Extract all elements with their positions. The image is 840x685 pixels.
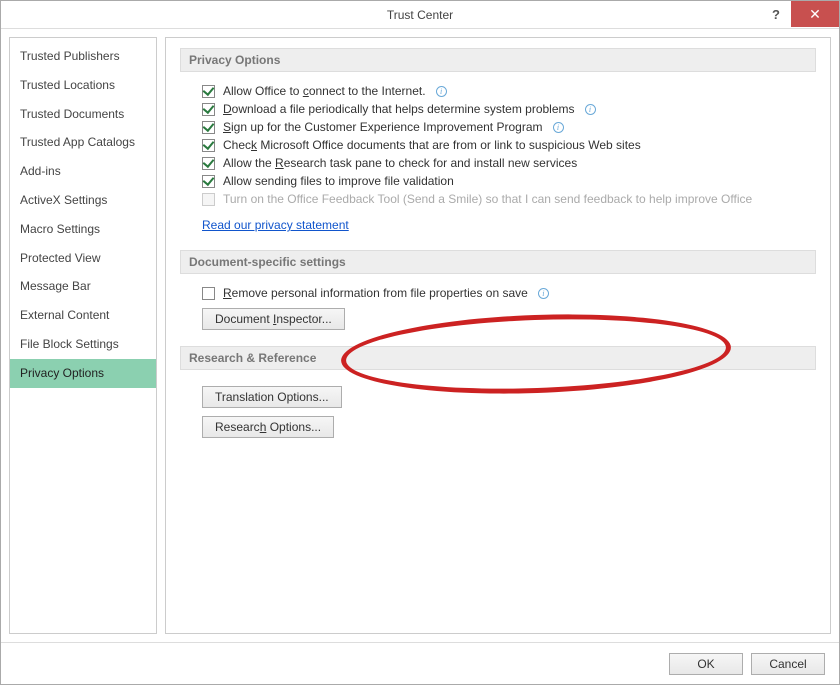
- sidebar-item-privacy-options[interactable]: Privacy Options: [10, 359, 156, 388]
- option-label: Allow Office to connect to the Internet.: [223, 84, 426, 98]
- sidebar-item-activex-settings[interactable]: ActiveX Settings: [10, 186, 156, 215]
- cancel-button[interactable]: Cancel: [751, 653, 825, 675]
- sidebar-item-protected-view[interactable]: Protected View: [10, 244, 156, 273]
- section-header-privacy: Privacy Options: [180, 48, 816, 72]
- privacy-option-3[interactable]: Check Microsoft Office documents that ar…: [180, 136, 816, 154]
- section-header-research: Research & Reference: [180, 346, 816, 370]
- sidebar-item-file-block-settings[interactable]: File Block Settings: [10, 330, 156, 359]
- option-label: Sign up for the Customer Experience Impr…: [223, 120, 543, 134]
- checkbox[interactable]: [202, 139, 215, 152]
- option-label: Allow sending files to improve file vali…: [223, 174, 454, 188]
- sidebar-item-trusted-locations[interactable]: Trusted Locations: [10, 71, 156, 100]
- option-label: Download a file periodically that helps …: [223, 102, 575, 116]
- checkbox: [202, 193, 215, 206]
- sidebar-item-trusted-app-catalogs[interactable]: Trusted App Catalogs: [10, 128, 156, 157]
- close-button[interactable]: ✕: [791, 1, 839, 27]
- privacy-option-6: Turn on the Office Feedback Tool (Send a…: [180, 190, 816, 208]
- ok-button[interactable]: OK: [669, 653, 743, 675]
- privacy-option-2[interactable]: Sign up for the Customer Experience Impr…: [180, 118, 816, 136]
- category-sidebar: Trusted Publishers Trusted Locations Tru…: [9, 37, 157, 634]
- option-label: Allow the Research task pane to check fo…: [223, 156, 577, 170]
- info-icon: i: [538, 288, 549, 299]
- window-title: Trust Center: [387, 8, 453, 22]
- checkbox-remove-personal-info[interactable]: [202, 287, 215, 300]
- checkbox[interactable]: [202, 157, 215, 170]
- option-label: Turn on the Office Feedback Tool (Send a…: [223, 192, 752, 206]
- dialog-body: Trusted Publishers Trusted Locations Tru…: [1, 29, 839, 642]
- checkbox[interactable]: [202, 121, 215, 134]
- research-options-button[interactable]: Research Options...: [202, 416, 334, 438]
- section-header-doc-specific: Document-specific settings: [180, 250, 816, 274]
- titlebar: Trust Center ? ✕: [1, 1, 839, 29]
- sidebar-item-trusted-publishers[interactable]: Trusted Publishers: [10, 42, 156, 71]
- document-inspector-button[interactable]: Document Inspector...: [202, 308, 345, 330]
- info-icon: i: [553, 122, 564, 133]
- checkbox[interactable]: [202, 175, 215, 188]
- titlebar-controls: ? ✕: [761, 1, 839, 27]
- content-panel: Privacy Options Allow Office to connect …: [165, 37, 831, 634]
- privacy-option-5[interactable]: Allow sending files to improve file vali…: [180, 172, 816, 190]
- option-remove-personal-info[interactable]: Remove personal information from file pr…: [180, 284, 816, 302]
- sidebar-item-macro-settings[interactable]: Macro Settings: [10, 215, 156, 244]
- option-label: Check Microsoft Office documents that ar…: [223, 138, 641, 152]
- info-icon: i: [436, 86, 447, 97]
- info-icon: i: [585, 104, 596, 115]
- sidebar-item-message-bar[interactable]: Message Bar: [10, 272, 156, 301]
- privacy-option-1[interactable]: Download a file periodically that helps …: [180, 100, 816, 118]
- trust-center-dialog: Trust Center ? ✕ Trusted Publishers Trus…: [0, 0, 840, 685]
- privacy-statement-link[interactable]: Read our privacy statement: [202, 218, 349, 232]
- help-button[interactable]: ?: [761, 1, 791, 27]
- sidebar-item-external-content[interactable]: External Content: [10, 301, 156, 330]
- dialog-footer: OK Cancel: [1, 642, 839, 684]
- sidebar-item-trusted-documents[interactable]: Trusted Documents: [10, 100, 156, 129]
- sidebar-item-add-ins[interactable]: Add-ins: [10, 157, 156, 186]
- privacy-option-0[interactable]: Allow Office to connect to the Internet.…: [180, 82, 816, 100]
- checkbox[interactable]: [202, 103, 215, 116]
- translation-options-button[interactable]: Translation Options...: [202, 386, 342, 408]
- privacy-option-4[interactable]: Allow the Research task pane to check fo…: [180, 154, 816, 172]
- checkbox[interactable]: [202, 85, 215, 98]
- option-label: Remove personal information from file pr…: [223, 286, 528, 300]
